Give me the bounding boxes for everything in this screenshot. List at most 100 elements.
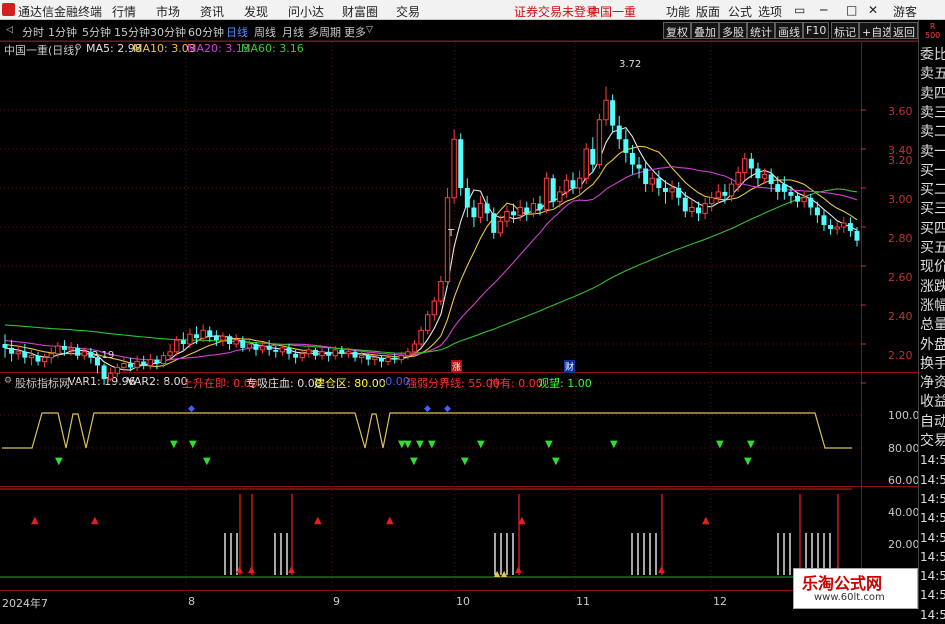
low-price-label: 2.19: [92, 350, 115, 361]
quote-row-29[interactable]: 14:56: [920, 606, 945, 624]
quote-row-6[interactable]: 买一: [920, 162, 945, 180]
candle-body: [134, 361, 140, 368]
quote-row-4[interactable]: 卖二: [920, 123, 945, 141]
candle-body: [524, 207, 530, 214]
quote-row-16[interactable]: 换手: [920, 355, 945, 373]
quote-row-28[interactable]: 14:56: [920, 586, 945, 604]
candle-body: [253, 344, 259, 350]
candle-body: [550, 178, 556, 202]
candle-body: [273, 349, 279, 352]
candle-body: [259, 345, 266, 351]
quote-row-18[interactable]: 收益: [920, 393, 945, 411]
quote-row-15[interactable]: 外盘: [920, 336, 945, 354]
quote-row-20[interactable]: 交易: [920, 432, 945, 450]
quote-row-17[interactable]: 净资: [920, 374, 945, 392]
price-tick-280: 2.80: [888, 232, 913, 245]
candle-body: [537, 203, 543, 210]
quote-row-7[interactable]: 买二: [920, 181, 945, 199]
var1-line: [2, 412, 852, 449]
quote-row-25[interactable]: 14:56: [920, 529, 945, 547]
candle-body: [576, 177, 583, 189]
candle-body: [742, 158, 748, 173]
candle-body: [114, 366, 120, 374]
buy-arrow-icon: ▲: [314, 515, 322, 526]
chart-svg: ▼▼▼▼▼▼▼▼▼▼▼▼▼▼▼▼▼◆◆◆ ▲▲▲▲▲▲▲▲▲▲▲▲▲▲: [0, 41, 918, 600]
price-tick-240: 2.40: [888, 310, 913, 323]
quote-row-12[interactable]: 涨跌: [920, 278, 945, 296]
sell-arrow-icon: ▼: [55, 456, 63, 467]
ind1-tick-80: 80.00: [888, 442, 920, 455]
candle-body: [801, 197, 807, 203]
price-tick-320: 3.20: [888, 154, 913, 167]
indicator1-pane: ▼▼ ▼▼▼▼▼▼ ▼▼▼ ▼▼▼ ▼▼▼◆ ◆ ◆: [0, 404, 861, 467]
candle-body: [160, 355, 167, 365]
quote-row-23[interactable]: 14:56: [920, 490, 945, 508]
quote-row-13[interactable]: 涨幅: [920, 297, 945, 315]
quote-row-14[interactable]: 总量: [920, 316, 945, 334]
candle-body: [649, 177, 655, 185]
candle-body: [735, 171, 741, 185]
candle-body: [695, 207, 701, 214]
quote-row-19[interactable]: 自动: [920, 413, 945, 431]
sell-arrow-icon: ▼: [461, 456, 469, 467]
candle-body: [828, 225, 834, 229]
candle-body: [682, 197, 688, 212]
finance-badge[interactable]: 财: [564, 360, 576, 373]
candle-body: [15, 351, 21, 355]
candle-body: [319, 351, 325, 357]
quote-row-11[interactable]: 现价: [920, 258, 945, 276]
quote-row-26[interactable]: 14:56: [920, 548, 945, 566]
candle-body: [748, 158, 754, 169]
quote-row-24[interactable]: 14:56: [920, 509, 945, 527]
candle-body: [438, 281, 444, 302]
candle-body: [761, 173, 768, 179]
quote-row-21[interactable]: 14:56: [920, 451, 945, 469]
candle-body: [352, 351, 358, 358]
candle-body: [385, 357, 391, 363]
quote-row-9[interactable]: 买四: [920, 220, 945, 238]
candle-body: [841, 222, 847, 228]
quote-row-10[interactable]: 买五: [920, 239, 945, 257]
quote-row-5[interactable]: 卖一: [920, 143, 945, 161]
candle-body: [107, 372, 114, 380]
candle-body: [227, 336, 233, 344]
watermark-url: www.60lt.com: [814, 592, 885, 603]
diamond-icon: ◆: [424, 404, 431, 414]
candle-body: [213, 336, 219, 341]
date-label-sep: 9: [333, 595, 340, 608]
sell-arrow-icon: ▼: [552, 456, 560, 467]
indicator2-pane: ▲▲▲▲▲▲▲▲▲▲▲▲▲▲: [0, 488, 861, 578]
candle-body: [795, 195, 801, 202]
quote-row-1[interactable]: 卖五: [920, 65, 945, 83]
candle-body: [775, 184, 781, 192]
quote-row-27[interactable]: 14:56: [920, 567, 945, 585]
candle-body: [345, 351, 352, 355]
candle-body: [768, 174, 774, 185]
candle-body: [854, 230, 860, 241]
candle-body: [299, 353, 305, 359]
date-label-aug: 8: [188, 595, 195, 608]
quote-row-0[interactable]: 委比: [920, 46, 945, 64]
quote-row-8[interactable]: 买三: [920, 200, 945, 218]
candle-body: [643, 168, 649, 185]
quote-row-3[interactable]: 卖三: [920, 104, 945, 122]
quote-row-2[interactable]: 卖四: [920, 85, 945, 103]
candles: [2, 86, 860, 385]
candle-body: [484, 203, 490, 214]
limit-up-badge[interactable]: 涨: [451, 360, 463, 373]
candle-body: [834, 226, 840, 230]
candle-body: [491, 213, 497, 233]
quote-row-22[interactable]: 14:56: [920, 471, 945, 489]
rp-badge[interactable]: R 500: [925, 22, 940, 40]
candle-body: [669, 187, 675, 193]
candle-body: [596, 119, 603, 166]
candle-body: [392, 357, 398, 360]
buy-arrow-icon: ▲: [248, 565, 255, 575]
candle-body: [246, 343, 253, 349]
candle-body: [543, 177, 550, 210]
candle-body: [187, 333, 193, 345]
buy-arrow-icon: ▲: [91, 515, 99, 526]
buy-arrow-icon: ▲: [386, 515, 394, 526]
date-label-oct: 10: [456, 595, 470, 608]
candle-body: [610, 100, 616, 126]
